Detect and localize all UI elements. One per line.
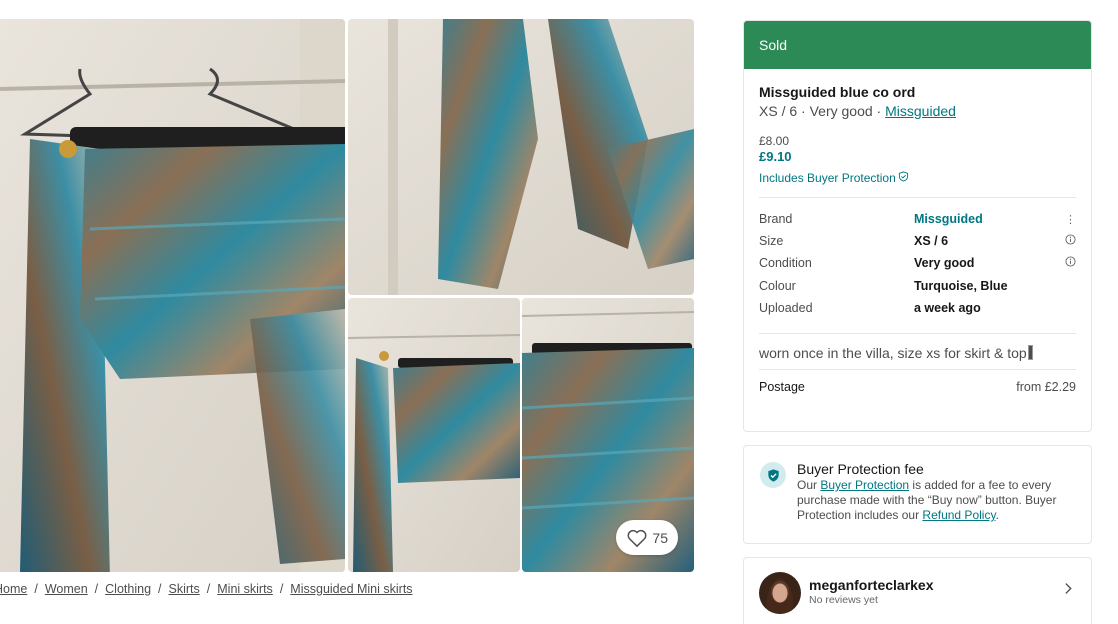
bp-text-part: . [995, 508, 999, 522]
breadcrumb-missguided-mini-skirts[interactable]: Missguided Mini skirts [290, 582, 412, 596]
buyer-protection-note: Includes Buyer Protection [759, 171, 896, 185]
buyer-protection-title: Buyer Protection fee [797, 461, 924, 477]
postage-value: from £2.29 [1016, 379, 1076, 394]
item-size-summary: XS / 6 [759, 103, 798, 119]
avatar [759, 572, 801, 614]
item-total-price: £9.10 [759, 149, 792, 164]
product-photo-skirt[interactable]: 75 [522, 298, 694, 572]
attribute-label: Brand [759, 212, 793, 227]
divider [759, 368, 1076, 370]
attribute-row-uploaded: Uploaded a week ago [759, 297, 1076, 319]
attribute-value: XS / 6 [914, 234, 949, 249]
breadcrumb-women[interactable]: Women [45, 582, 88, 596]
attribute-row-size: Size XS / 6 [759, 230, 1076, 252]
attribute-row-condition: Condition Very good [759, 252, 1076, 274]
attribute-value: Turquoise, Blue [914, 278, 1008, 293]
text-cursor [1027, 344, 1033, 360]
info-icon[interactable] [1062, 252, 1076, 274]
shield-check-icon [760, 462, 786, 488]
attribute-label: Colour [759, 278, 796, 293]
attribute-row-colour: Colour Turquoise, Blue [759, 275, 1076, 297]
attribute-value: a week ago [914, 300, 981, 315]
postage-row: Postage from £2.29 [759, 380, 1076, 394]
main-product-photo[interactable] [0, 19, 345, 572]
item-summary: XS / 6 · Very good · Missguided [759, 103, 956, 119]
attribute-label: Size [759, 234, 784, 249]
product-photo-closeup[interactable] [348, 19, 694, 295]
photo-gallery: 75 [0, 19, 694, 572]
bp-text-part: Our [797, 478, 821, 492]
breadcrumb-separator: / [158, 582, 162, 596]
breadcrumb-skirts[interactable]: Skirts [169, 582, 200, 596]
item-title: Missguided blue co ord [759, 84, 916, 100]
more-options-icon[interactable]: ⋮ [1062, 208, 1076, 230]
divider [759, 332, 1076, 334]
postage-label: Postage [759, 379, 805, 394]
buyer-protection-link[interactable]: Includes Buyer Protection [759, 169, 1076, 187]
brand-link[interactable]: Missguided [885, 103, 956, 119]
item-condition-summary: Very good [809, 103, 873, 119]
product-photo-hanging[interactable] [348, 298, 520, 572]
seller-username[interactable]: meganforteclarkex [809, 576, 934, 594]
buyer-protection-inline-link[interactable]: Buyer Protection [820, 478, 909, 492]
breadcrumb-separator: / [34, 582, 38, 596]
breadcrumb-mini-skirts[interactable]: Mini skirts [217, 582, 273, 596]
breadcrumb-separator: / [279, 582, 284, 596]
breadcrumb-separator: / [206, 582, 211, 596]
brand-value-link[interactable]: Missguided [914, 208, 1062, 230]
favourite-count: 75 [652, 529, 668, 546]
item-price: £8.00 [759, 134, 790, 148]
attribute-value: Very good [914, 256, 975, 271]
heart-outline-icon [626, 528, 648, 548]
item-details-card: Sold Missguided blue co ord XS / 6 · Ver… [743, 20, 1092, 432]
refund-policy-link[interactable]: Refund Policy [922, 508, 995, 522]
attribute-row-brand: Brand Missguided ⋮ [759, 208, 1076, 230]
sold-status-banner: Sold [744, 21, 1091, 69]
buyer-protection-text: Our Buyer Protection is added for a fee … [797, 478, 1077, 523]
info-icon[interactable] [1062, 230, 1076, 252]
attribute-label: Uploaded [759, 300, 813, 315]
shield-check-icon [898, 169, 909, 187]
breadcrumb-home[interactable]: Home [0, 582, 27, 596]
breadcrumb-separator: / [94, 582, 99, 596]
item-description: worn once in the villa, size xs for skir… [759, 342, 1076, 364]
item-attributes: Brand Missguided ⋮ Size XS / 6 Condition… [759, 208, 1076, 319]
seller-profile-card[interactable]: meganforteclarkex No reviews yet [743, 557, 1092, 624]
item-description-text: worn once in the villa, size xs for skir… [759, 344, 1027, 361]
chevron-right-icon[interactable] [1064, 582, 1073, 600]
favourite-button[interactable]: 75 [616, 520, 678, 555]
breadcrumb: Home / Women / Clothing / Skirts / Mini skirts / M… [0, 582, 413, 596]
breadcrumb-clothing[interactable]: Clothing [105, 582, 151, 596]
sold-status-label: Sold [759, 37, 788, 53]
attribute-label: Condition [759, 256, 812, 271]
buyer-protection-info: Buyer Protection fee Our Buyer Protectio… [743, 445, 1092, 544]
divider [759, 197, 1076, 198]
seller-review-status: No reviews yet [809, 594, 878, 606]
